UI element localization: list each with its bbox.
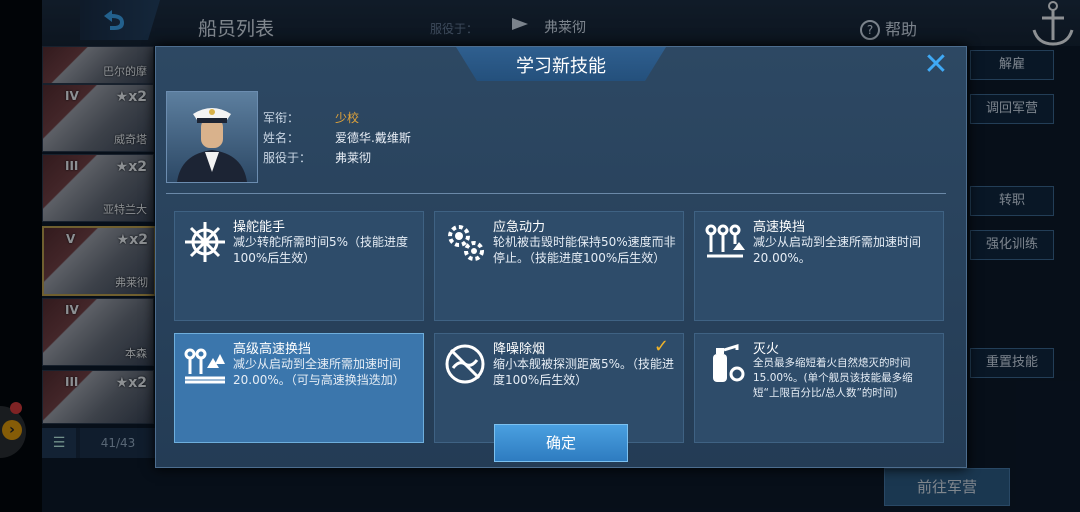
serve-value: 弗莱彻 <box>335 151 372 165</box>
learn-skill-modal: 学习新技能 ✕ 军衔： 少校 姓名： 爱德华.戴维斯 服役于： 弗莱彻 操舵能手… <box>155 46 967 468</box>
extinguisher-icon <box>713 343 745 382</box>
skill-name: 降噪除烟 <box>493 342 546 357</box>
gears-icon <box>448 225 484 261</box>
name-value: 爱德华.戴维斯 <box>335 131 411 145</box>
skill-description: 轮机被击毁时能保持50%速度而非停止。（技能进度100%后生效） <box>493 235 676 265</box>
skill-description: 减少转舵所需时间5%（技能进度100%后生效） <box>233 235 409 265</box>
stealth-icon <box>445 344 485 384</box>
skill-description: 全员最多缩短着火自然熄灭的时间15.00%。(单个舰员该技能最多缩短“上限百分比… <box>753 357 913 399</box>
gear-shift-icon <box>705 224 745 258</box>
rank-value: 少校 <box>335 111 360 125</box>
rank-label: 军衔： <box>263 111 300 125</box>
close-icon[interactable]: ✕ <box>922 50 950 80</box>
skill-name: 高级高速换挡 <box>233 342 312 357</box>
skill-card-firefighting[interactable]: 灭火 全员最多缩短着火自然熄灭的时间15.00%。(单个舰员该技能最多缩短“上限… <box>694 333 944 443</box>
skill-name: 操舵能手 <box>233 220 286 235</box>
skill-description: 减少从启动到全速所需加速时间20.00%。 <box>753 235 922 265</box>
helm-icon <box>185 222 225 262</box>
skill-name: 应急动力 <box>493 220 546 235</box>
officer-portrait <box>166 91 258 183</box>
skill-card-advanced-shift-selected[interactable]: 高级高速换挡 减少从启动到全速所需加速时间20.00%。（可与高速换挡迭加） <box>174 333 424 443</box>
skill-card-fast-shift[interactable]: 高速换挡 减少从启动到全速所需加速时间20.00%。 <box>694 211 944 321</box>
modal-title: 学习新技能 <box>516 56 606 77</box>
skill-name: 高速换挡 <box>753 220 806 235</box>
skill-description: 减少从启动到全速所需加速时间20.00%。（可与高速换挡迭加） <box>233 357 405 387</box>
skill-card-helm[interactable]: 操舵能手 减少转舵所需时间5%（技能进度100%后生效） <box>174 211 424 321</box>
check-icon: ✓ <box>653 336 669 357</box>
advanced-shift-icon <box>184 348 225 384</box>
name-label: 姓名： <box>263 131 300 145</box>
divider <box>166 193 946 194</box>
skill-card-emergency-power[interactable]: 应急动力 轮机被击毁时能保持50%速度而非停止。（技能进度100%后生效） <box>434 211 684 321</box>
skill-description: 缩小本舰被探测距离5%。（技能进度100%后生效） <box>493 357 675 387</box>
skill-name: 灭火 <box>753 342 780 357</box>
confirm-button[interactable]: 确定 <box>494 424 628 462</box>
serve-label: 服役于： <box>263 151 312 165</box>
